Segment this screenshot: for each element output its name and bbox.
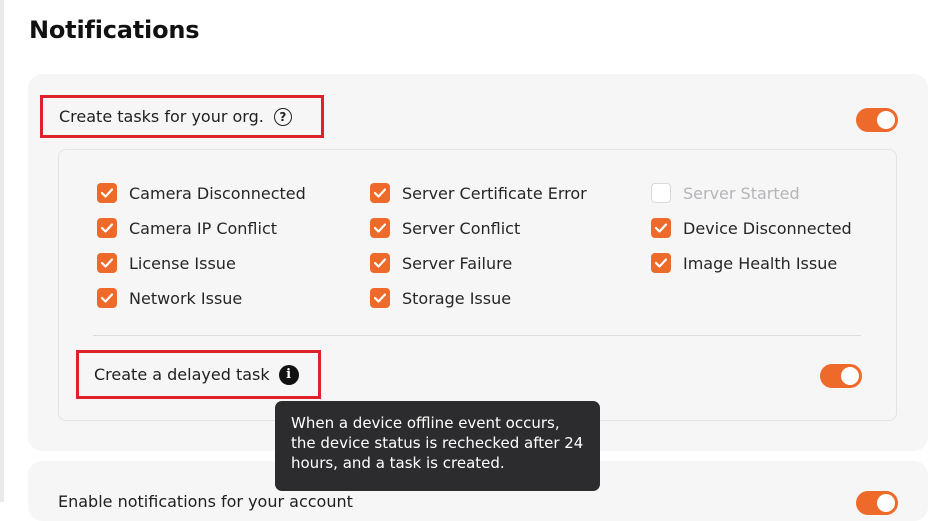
checkbox-checked-icon[interactable] — [97, 218, 117, 238]
info-circle-icon[interactable]: i — [278, 364, 299, 385]
checkbox-label: Server Certificate Error — [402, 183, 587, 203]
checkbox-checked-icon[interactable] — [370, 288, 390, 308]
checkbox-checked-icon[interactable] — [97, 253, 117, 273]
checkbox-label: Server Conflict — [402, 218, 521, 238]
org-tasks-header: Create tasks for your org. ? — [40, 95, 324, 138]
checkbox-server-certificate-error[interactable]: Server Certificate Error — [370, 182, 587, 204]
checkbox-label: Device Disconnected — [683, 218, 852, 238]
checkbox-label: Server Failure — [402, 253, 513, 273]
page-title: Notifications — [29, 16, 200, 44]
panel-divider — [93, 335, 861, 336]
toggle-knob — [877, 111, 895, 129]
delayed-task-tooltip: When a device offline event occurs, the … — [275, 401, 600, 491]
checkbox-checked-icon[interactable] — [651, 218, 671, 238]
account-notifications-toggle[interactable] — [856, 491, 898, 515]
checkbox-checked-icon[interactable] — [97, 183, 117, 203]
checkbox-checked-icon[interactable] — [370, 218, 390, 238]
delayed-task-label: Create a delayed task — [94, 365, 270, 384]
checkbox-network-issue[interactable]: Network Issue — [97, 287, 242, 309]
checkbox-storage-issue[interactable]: Storage Issue — [370, 287, 511, 309]
checkbox-checked-icon[interactable] — [97, 288, 117, 308]
checkbox-label: Camera Disconnected — [129, 183, 306, 203]
org-tasks-toggle[interactable] — [856, 108, 898, 132]
toggle-knob — [841, 367, 859, 385]
checkbox-label: Storage Issue — [402, 288, 512, 308]
toggle-knob — [877, 494, 895, 512]
checkbox-server-started: Server Started — [651, 182, 800, 204]
org-tasks-label: Create tasks for your org. — [59, 107, 264, 126]
checkbox-device-disconnected[interactable]: Device Disconnected — [651, 217, 852, 239]
checkbox-checked-icon[interactable] — [370, 253, 390, 273]
checkbox-checked-icon[interactable] — [651, 253, 671, 273]
checkbox-label: Network Issue — [129, 288, 243, 308]
checkbox-label: Server Started — [683, 183, 800, 203]
checkbox-label: License Issue — [129, 253, 236, 273]
checkbox-image-health-issue[interactable]: Image Health Issue — [651, 252, 837, 274]
checkbox-license-issue[interactable]: License Issue — [97, 252, 236, 274]
delayed-task-toggle[interactable] — [820, 364, 862, 388]
delayed-task-header: Create a delayed task i — [76, 350, 321, 399]
checkbox-label: Camera IP Conflict — [129, 218, 278, 238]
checkbox-unchecked-icon — [651, 183, 671, 203]
checkbox-server-conflict[interactable]: Server Conflict — [370, 217, 520, 239]
left-edge-divider — [0, 0, 4, 502]
question-circle-icon[interactable]: ? — [273, 107, 292, 126]
checkbox-camera-disconnected[interactable]: Camera Disconnected — [97, 182, 306, 204]
checkbox-checked-icon[interactable] — [370, 183, 390, 203]
checkbox-camera-ip-conflict[interactable]: Camera IP Conflict — [97, 217, 277, 239]
checkbox-label: Image Health Issue — [683, 253, 838, 273]
checkbox-server-failure[interactable]: Server Failure — [370, 252, 512, 274]
